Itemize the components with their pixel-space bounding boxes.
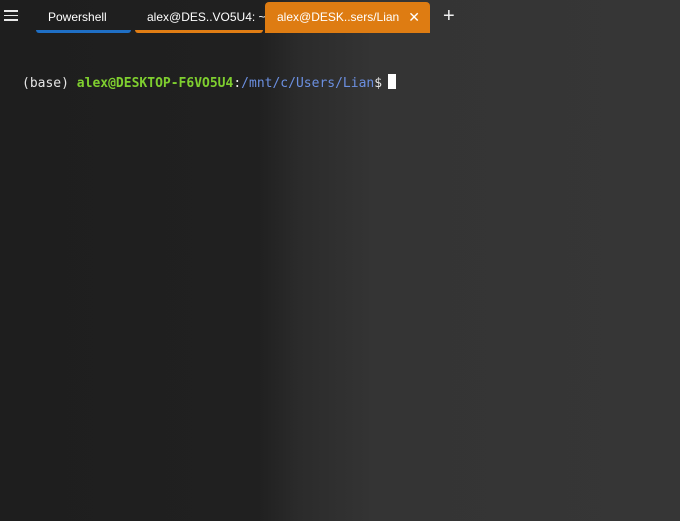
user-host: alex@DESKTOP-F6VO5U4	[76, 76, 234, 91]
prompt-line: (base) alex@DESKTOP-F6VO5U4:/mnt/c/Users…	[22, 74, 397, 93]
close-icon[interactable]: ✕	[408, 2, 420, 33]
tab-label: alex@DESK..sers/Lian	[277, 10, 400, 24]
tab-bar: Powershell alex@DES..VO5U4: ~ alex@DESK.…	[0, 0, 680, 34]
tab-wsl-users-lian[interactable]: alex@DESK..sers/Lian ✕	[265, 2, 430, 33]
tab-label: Powershell	[48, 10, 107, 24]
hamburger-menu-icon[interactable]	[4, 10, 20, 24]
tab-label: alex@DES..VO5U4: ~	[147, 10, 266, 24]
tab-wsl-home[interactable]: alex@DES..VO5U4: ~	[135, 2, 266, 33]
current-path: /mnt/c/Users/Lian	[241, 76, 375, 91]
prompt-dollar: $	[374, 76, 383, 91]
text-cursor	[388, 74, 397, 89]
plus-icon[interactable]: +	[443, 4, 455, 28]
terminal-output[interactable]: (base) alex@DESKTOP-F6VO5U4:/mnt/c/Users…	[0, 34, 680, 521]
terminal-window: Powershell alex@DES..VO5U4: ~ alex@DESK.…	[0, 0, 680, 521]
prompt-separator: :	[233, 76, 242, 91]
conda-env-prefix: (base)	[22, 76, 77, 91]
tab-powershell[interactable]: Powershell	[36, 2, 131, 33]
